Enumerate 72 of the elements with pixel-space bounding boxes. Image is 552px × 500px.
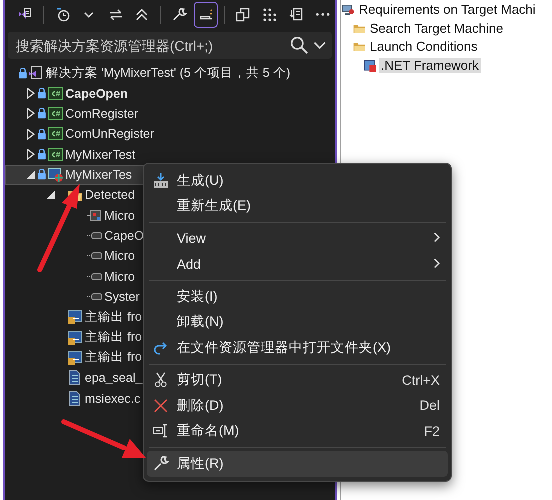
tree-item[interactable]: 主输出 fro — [85, 308, 142, 326]
menu-item[interactable]: 在文件资源管理器中打开文件夹(X) — [147, 335, 448, 360]
redo-arrow-icon — [153, 340, 169, 356]
computer-icon — [342, 2, 355, 16]
menu-item[interactable]: View — [147, 226, 448, 252]
menu-item[interactable]: 重新生成(E) — [147, 194, 448, 219]
toolbar-button[interactable] — [194, 2, 218, 28]
dots-grid-icon — [262, 7, 278, 23]
chevron-down-icon[interactable] — [314, 42, 326, 49]
menu-item[interactable]: 剪切(T) Ctrl+X — [147, 368, 448, 393]
tree-item[interactable]: Search Target Machine — [368, 20, 506, 36]
tree-item[interactable]: Micro — [104, 270, 136, 284]
tree-item[interactable]: .NET Framework — [379, 58, 481, 73]
tree-item[interactable]: ComRegister — [66, 106, 138, 121]
sync-icon — [108, 7, 124, 23]
more-icon — [316, 13, 330, 17]
csharp-project-icon — [48, 126, 64, 142]
build-icon — [153, 172, 169, 189]
solution-icon — [28, 65, 44, 82]
csharp-project-icon — [48, 106, 64, 122]
copy-icon — [235, 7, 252, 23]
tree-item[interactable]: ComUnRegister — [66, 127, 154, 142]
menu-item[interactable]: 卸载(N) — [147, 310, 448, 335]
tree-item[interactable]: epa_seal_ — [85, 371, 143, 386]
csharp-project-icon — [48, 146, 64, 163]
wrench-icon — [171, 7, 188, 23]
tree-item[interactable]: Syster — [104, 290, 140, 304]
scissors-icon — [153, 372, 169, 388]
menu-item[interactable]: 重命名(M) F2 — [147, 418, 448, 444]
tree-item[interactable]: Micro — [104, 249, 136, 264]
tree-item[interactable]: Detected — [85, 188, 136, 202]
tree-item[interactable]: CapeO — [104, 228, 144, 243]
output-icon — [67, 330, 83, 346]
tree-item[interactable]: MyMixerTest — [66, 148, 136, 162]
collapsed-icon[interactable] — [27, 128, 35, 140]
tree-item[interactable]: 主输出 fro — [85, 329, 142, 346]
expanded-icon[interactable] — [27, 170, 35, 179]
expanded-icon[interactable] — [46, 191, 54, 200]
tree-item[interactable]: Micro — [104, 208, 136, 223]
shortcut-label: Ctrl+X — [402, 372, 440, 388]
collapsed-icon[interactable] — [27, 149, 35, 160]
menu-item[interactable]: 属性(R) — [147, 451, 448, 476]
menu-item[interactable]: 安装(I) — [147, 284, 448, 310]
collapsed-icon[interactable] — [27, 108, 35, 120]
menu-item[interactable]: Add — [147, 252, 448, 277]
collapsed-icon[interactable] — [27, 88, 35, 100]
search-field[interactable]: 搜索解决方案资源管理器(Ctrl+;) — [8, 32, 332, 59]
history-icon — [54, 7, 71, 23]
output-icon — [67, 350, 83, 366]
tree-item[interactable]: Requirements on Target Machi — [357, 2, 538, 17]
search-icon — [291, 37, 308, 54]
tree-item[interactable]: MyMixerTes — [66, 168, 132, 182]
csharp-project-icon — [48, 86, 64, 102]
menu-item[interactable]: 生成(U) — [147, 168, 448, 194]
tree-item[interactable]: CapeOpen — [66, 86, 128, 101]
output-icon — [67, 309, 83, 326]
menu-item[interactable]: 删除(D) Del — [147, 393, 448, 418]
tree-item[interactable]: 解决方案 'MyMixerTest' (5 个项目，共 5 个) — [46, 64, 291, 82]
wrench-icon — [153, 456, 169, 472]
shortcut-label: F2 — [424, 424, 440, 439]
shortcut-label: Del — [420, 398, 440, 414]
file-icon — [67, 370, 83, 386]
tree-item[interactable]: 主输出 fro — [85, 349, 142, 366]
tree-item[interactable]: msiexec.c — [85, 392, 141, 406]
file-icon — [67, 390, 83, 407]
tree-item[interactable]: Launch Conditions — [368, 39, 480, 54]
module-icon — [86, 208, 102, 224]
document-arrow-icon — [288, 7, 304, 23]
delete-icon — [153, 398, 169, 414]
setup-project-icon — [48, 166, 64, 183]
framework-icon — [364, 58, 377, 72]
rename-icon — [153, 423, 169, 440]
